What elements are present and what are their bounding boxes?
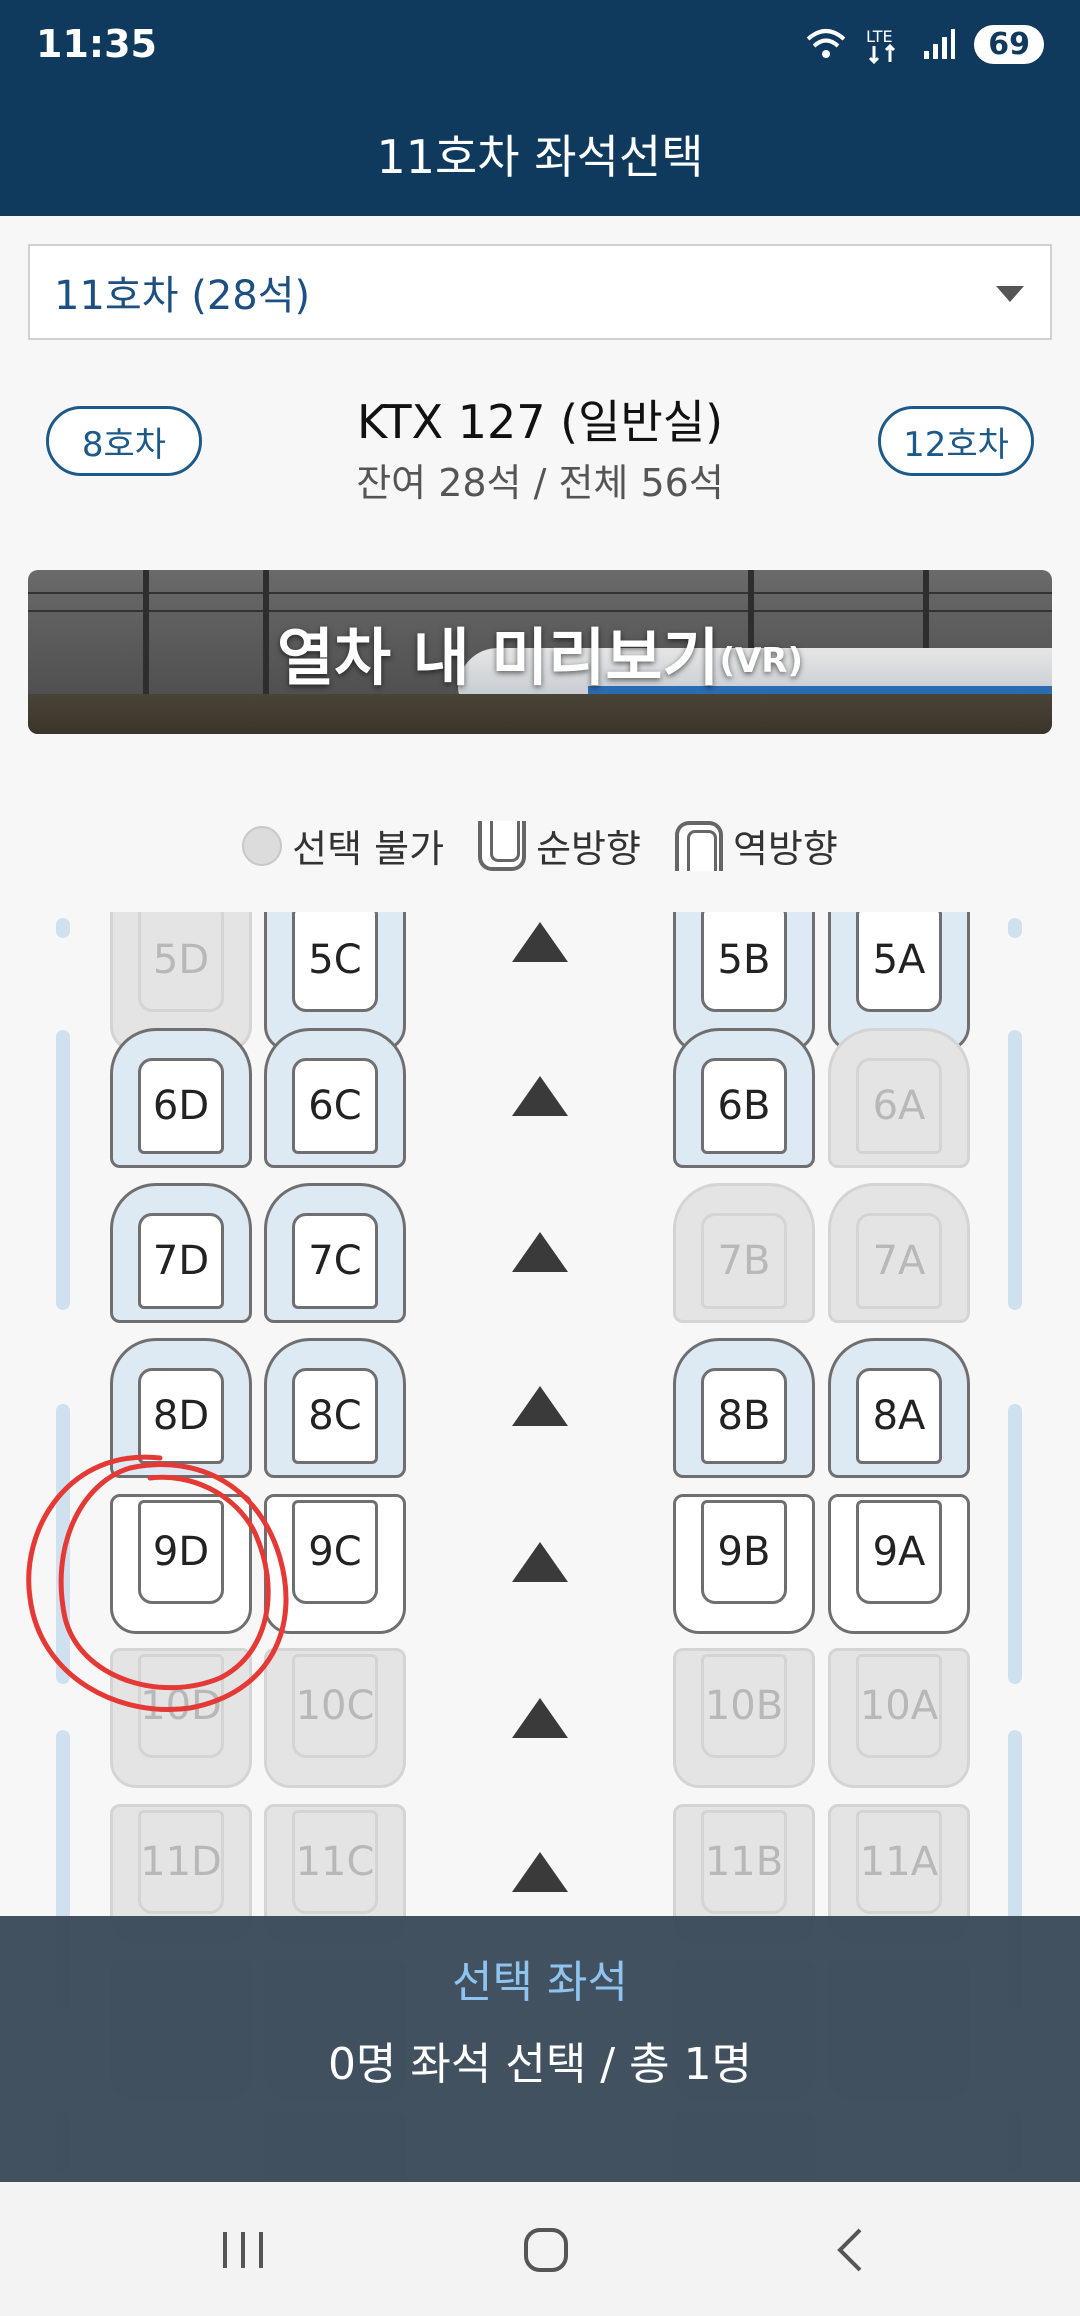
seat-9c[interactable]: 9C: [264, 1494, 406, 1634]
direction-arrow-icon: [512, 1852, 568, 1892]
signal-icon: [924, 29, 956, 59]
vr-preview-banner[interactable]: 열차 내 미리보기 (VR): [28, 570, 1052, 734]
lte-icon: LTE: [866, 27, 896, 64]
unavailable-legend-icon: [242, 825, 283, 866]
home-icon[interactable]: [506, 2218, 586, 2282]
selection-title: 선택 좌석: [452, 1957, 628, 2008]
seat-7b: 7B: [673, 1183, 815, 1323]
selection-panel: 선택 좌석 0명 좌석 선택 / 총 1명: [0, 1916, 1080, 2182]
seat-9b[interactable]: 9B: [673, 1494, 815, 1634]
seat-10b: 10B: [673, 1648, 815, 1788]
status-time: 11:35: [36, 22, 157, 66]
seat-8a[interactable]: 8A: [828, 1338, 970, 1478]
direction-arrow-icon: [512, 1542, 568, 1582]
direction-arrow-icon: [512, 1076, 568, 1116]
back-icon[interactable]: [810, 2218, 890, 2282]
seat-9d[interactable]: 9D: [110, 1494, 252, 1634]
legend-backward: 역방향: [732, 827, 838, 871]
legend-forward: 순방향: [536, 827, 641, 871]
seat-6c[interactable]: 6C: [264, 1028, 406, 1168]
selection-summary: 0명 좌석 선택 / 총 1명: [327, 2039, 753, 2090]
chevron-down-icon: [996, 286, 1024, 302]
status-bar: 11:35 LTE 69: [0, 0, 1080, 92]
seat-9a[interactable]: 9A: [828, 1494, 970, 1634]
seat-8c[interactable]: 8C: [264, 1338, 406, 1478]
recents-icon[interactable]: [204, 2218, 284, 2282]
status-icons: LTE 69: [806, 24, 1044, 64]
seat-6b[interactable]: 6B: [673, 1028, 815, 1168]
forward-seat-icon: [478, 820, 527, 871]
seat-10d: 10D: [110, 1648, 252, 1788]
direction-arrow-icon: [512, 1232, 568, 1272]
seat-7d[interactable]: 7D: [110, 1183, 252, 1323]
seat-7c[interactable]: 7C: [264, 1183, 406, 1323]
seat-10c: 10C: [264, 1648, 406, 1788]
seat-legend: 선택 불가 순방향 역방향: [0, 818, 1080, 873]
system-nav-bar: [0, 2182, 1080, 2316]
legend-unavailable: 선택 불가: [292, 827, 445, 871]
direction-arrow-icon: [512, 1698, 568, 1738]
seat-6a: 6A: [828, 1028, 970, 1168]
direction-arrow-icon: [512, 1386, 568, 1426]
vr-suffix: (VR): [719, 641, 804, 681]
car-select-value: 11호차 (28석): [54, 273, 311, 319]
battery-indicator: 69: [974, 24, 1044, 64]
seat-availability: 잔여 28석 / 전체 56석: [356, 461, 724, 505]
wifi-icon: [806, 29, 846, 58]
seat-7a: 7A: [828, 1183, 970, 1323]
backward-seat-icon: [674, 820, 723, 871]
car-select-dropdown[interactable]: 11호차 (28석): [28, 244, 1052, 340]
seat-6d[interactable]: 6D: [110, 1028, 252, 1168]
svg-text:LTE: LTE: [866, 27, 893, 46]
page-title: 11호차 좌석선택: [0, 92, 1080, 216]
seat-8b[interactable]: 8B: [673, 1338, 815, 1478]
seat-8d[interactable]: 8D: [110, 1338, 252, 1478]
seat-10a: 10A: [828, 1648, 970, 1788]
train-name: KTX 127 (일반실): [356, 395, 724, 449]
direction-arrow-icon: [512, 922, 568, 962]
vr-preview-label: 열차 내 미리보기: [276, 621, 720, 694]
